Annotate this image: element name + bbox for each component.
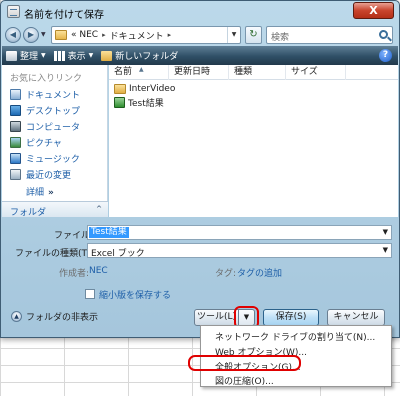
- save-dialog-icon: [7, 5, 20, 18]
- cancel-button[interactable]: キャンセル: [327, 309, 385, 326]
- filetype-select[interactable]: Excel ブック ▼: [87, 243, 392, 259]
- add-tag-link[interactable]: タグの追加: [237, 266, 282, 279]
- sidebar-item-pictures[interactable]: ピクチャ: [10, 135, 62, 149]
- search-input[interactable]: 検索: [266, 26, 393, 44]
- sort-ascending-icon: ▲: [139, 66, 144, 73]
- favorite-links-header: お気に入りリンク: [10, 74, 83, 84]
- column-header-size[interactable]: サイズ: [286, 65, 346, 80]
- file-name: InterVideo: [129, 83, 176, 94]
- sidebar-item-label: ミュージック: [26, 154, 80, 165]
- filename-field[interactable]: Test結果 ▼: [87, 225, 392, 240]
- save-button[interactable]: 保存(S): [263, 309, 319, 326]
- title-bar: 名前を付けて保存 X: [1, 1, 399, 25]
- pictures-icon: [10, 136, 21, 148]
- menu-item-map-network-drive[interactable]: ネットワーク ドライブの割り当て(N)...: [215, 330, 375, 343]
- folder-icon: [55, 30, 67, 40]
- excel-file-icon: [114, 97, 125, 108]
- back-button[interactable]: ◀: [5, 27, 21, 43]
- save-thumbnail-checkbox[interactable]: [85, 289, 95, 299]
- new-folder-label: 新しいフォルダ: [115, 52, 179, 62]
- command-toolbar: 整理 ▼ 表示 ▼ 新しいフォルダ ?: [2, 46, 398, 65]
- column-header-name[interactable]: 名前 ▲: [109, 65, 169, 80]
- folder-icon: [114, 83, 126, 94]
- sidebar-item-label: デスクトップ: [26, 106, 81, 117]
- chevron-up-icon: ▲: [11, 311, 22, 322]
- sidebar-item-desktop[interactable]: デスクトップ: [10, 103, 80, 117]
- sidebar-item-label: ピクチャ: [26, 138, 62, 149]
- list-item[interactable]: Test結果: [114, 96, 164, 109]
- sidebar-item-recent[interactable]: 最近の変更: [10, 167, 71, 181]
- music-icon: [10, 152, 21, 164]
- chevron-up-icon: ^: [96, 205, 102, 213]
- breadcrumb-documents[interactable]: ドキュメント: [110, 29, 164, 42]
- breadcrumb-separator-icon[interactable]: ▸: [102, 31, 106, 39]
- documents-icon: [10, 88, 21, 100]
- save-as-dialog: 名前を付けて保存 X ◀ ▶ ▼ « NEC ▸ ドキュメント ▸ ▼ ↻ 検索…: [0, 0, 400, 338]
- column-header-type[interactable]: 種類: [229, 65, 286, 80]
- new-folder-icon: [101, 50, 113, 61]
- sidebar-item-computer[interactable]: コンピュータ: [10, 119, 80, 133]
- forward-button[interactable]: ▶: [23, 27, 39, 43]
- tools-button[interactable]: ツール(L): [194, 309, 239, 326]
- refresh-button[interactable]: ↻: [245, 26, 262, 44]
- breadcrumb-separator-icon[interactable]: ▸: [168, 31, 172, 39]
- double-chevron-icon: »: [48, 188, 54, 198]
- column-header-modified[interactable]: 更新日時: [169, 65, 229, 80]
- save-thumbnail-label[interactable]: 縮小版を保存する: [99, 288, 171, 301]
- views-button[interactable]: 表示 ▼: [50, 46, 98, 65]
- author-value[interactable]: NEC: [89, 266, 108, 276]
- author-label: 作成者:: [59, 269, 90, 279]
- list-item[interactable]: InterVideo: [114, 82, 175, 95]
- favorite-links-pane: お気に入りリンク ドキュメント デスクトップ コンピュータ ピクチャ ミュージッ…: [2, 65, 108, 217]
- file-name: Test結果: [128, 99, 164, 109]
- folders-label: フォルダ: [10, 208, 47, 218]
- sidebar-item-label: ドキュメント: [26, 90, 81, 101]
- organize-label: 整理: [20, 52, 39, 62]
- folders-toggle[interactable]: フォルダ ^: [2, 201, 108, 218]
- sidebar-item-music[interactable]: ミュージック: [10, 151, 80, 165]
- file-list: 名前 ▲ 更新日時 種類 サイズ InterVideo Test結果: [109, 65, 398, 217]
- details-label: 詳細: [26, 188, 45, 198]
- chevron-down-icon: ▼: [88, 52, 94, 59]
- chevron-down-icon[interactable]: ▼: [383, 228, 388, 236]
- menu-item-compress-pictures[interactable]: 図の圧縮(O)...: [215, 374, 274, 387]
- window-title: 名前を付けて保存: [24, 10, 104, 21]
- organize-button[interactable]: 整理 ▼: [2, 46, 50, 65]
- breadcrumb-root[interactable]: « NEC: [71, 30, 98, 40]
- views-label: 表示: [67, 52, 86, 62]
- filetype-label: ファイルの種類(T):: [15, 249, 94, 259]
- tags-label: タグ:: [215, 269, 237, 279]
- address-dropdown-icon[interactable]: ▼: [227, 27, 240, 43]
- address-bar[interactable]: « NEC ▸ ドキュメント ▸ ▼: [51, 26, 241, 44]
- organize-icon: [6, 50, 17, 61]
- sidebar-item-documents[interactable]: ドキュメント: [10, 87, 80, 101]
- help-icon[interactable]: ?: [379, 49, 392, 62]
- filename-value: Test結果: [89, 227, 129, 238]
- search-icon[interactable]: [379, 30, 388, 39]
- search-placeholder: 検索: [271, 33, 290, 43]
- hide-folders-button[interactable]: ▲ フォルダの非表示: [11, 310, 98, 323]
- hide-folders-label: フォルダの非表示: [26, 313, 99, 323]
- details-link[interactable]: 詳細»: [26, 185, 54, 198]
- recent-changes-icon: [10, 168, 21, 180]
- desktop-icon: [10, 104, 21, 116]
- views-icon: [53, 50, 65, 61]
- highlight-ring: [188, 355, 301, 371]
- chevron-down-icon[interactable]: ▼: [383, 246, 388, 254]
- filetype-value: Excel ブック: [91, 249, 145, 259]
- computer-icon: [10, 120, 21, 132]
- history-dropdown-icon[interactable]: ▼: [41, 30, 49, 40]
- chevron-down-icon: ▼: [41, 52, 46, 59]
- sidebar-item-label: コンピュータ: [26, 122, 81, 133]
- sidebar-item-label: 最近の変更: [26, 170, 72, 181]
- column-headers: 名前 ▲ 更新日時 種類 サイズ: [109, 65, 398, 80]
- close-button[interactable]: X: [353, 2, 394, 19]
